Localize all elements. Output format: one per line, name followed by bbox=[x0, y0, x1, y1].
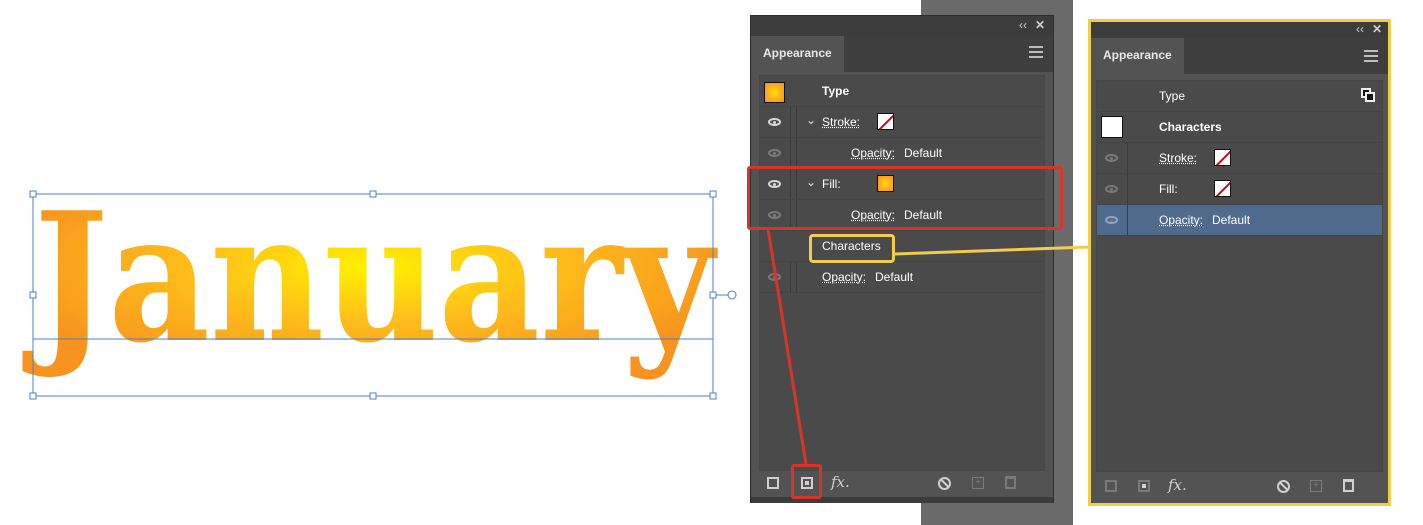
trash-icon[interactable] bbox=[1343, 479, 1354, 492]
stroke-label[interactable]: Stroke: bbox=[1159, 151, 1197, 165]
eye-icon[interactable] bbox=[768, 118, 781, 126]
fx-icon[interactable]: fx. bbox=[1168, 476, 1187, 494]
add-new-stroke-icon[interactable] bbox=[767, 477, 779, 489]
opacity-label[interactable]: Opacity: bbox=[851, 146, 895, 160]
opacity-label[interactable]: Opacity: bbox=[1159, 213, 1203, 227]
no-icon[interactable] bbox=[1277, 480, 1290, 493]
close-icon[interactable]: ✕ bbox=[1372, 22, 1382, 36]
fx-icon[interactable]: fx. bbox=[831, 473, 850, 491]
opacity-label[interactable]: Opacity: bbox=[822, 270, 866, 284]
type-label: Type bbox=[1159, 89, 1186, 103]
add-new-stroke-icon[interactable] bbox=[1105, 480, 1117, 492]
menu-icon[interactable] bbox=[1364, 50, 1378, 65]
highlight-fill-rows bbox=[747, 166, 1063, 230]
highlight-characters bbox=[809, 234, 895, 263]
appearance-list: Type ⌄ Stroke: Opacity: Default ⌄ Fill: … bbox=[759, 75, 1045, 471]
artwork-text[interactable]: January bbox=[22, 173, 718, 382]
menu-icon[interactable] bbox=[1029, 46, 1043, 61]
type-thumbnail bbox=[764, 82, 785, 103]
duplicate-icon[interactable] bbox=[1361, 88, 1375, 102]
fill-swatch[interactable] bbox=[1214, 180, 1231, 197]
collapse-icon[interactable]: ‹‹ bbox=[1019, 18, 1027, 32]
collapse-icon[interactable]: ‹‹ bbox=[1356, 22, 1364, 36]
stroke-label[interactable]: Stroke: bbox=[822, 115, 860, 129]
trash-icon[interactable] bbox=[1005, 476, 1016, 489]
panel-footer: fx. + bbox=[1091, 474, 1388, 500]
eye-icon[interactable] bbox=[1105, 154, 1118, 162]
add-new-fill-icon[interactable] bbox=[1138, 480, 1150, 492]
list-item-stroke[interactable]: ⌄ Stroke: bbox=[760, 107, 1044, 138]
chevron-down-icon[interactable]: ⌄ bbox=[806, 113, 816, 127]
list-item-type[interactable]: Type bbox=[760, 76, 1044, 107]
list-item-characters[interactable]: Characters bbox=[760, 231, 1044, 262]
panel-titlebar: ‹‹ ✕ bbox=[751, 16, 1053, 36]
fill-label[interactable]: Fill: bbox=[1159, 182, 1178, 196]
eye-icon[interactable] bbox=[1105, 216, 1118, 224]
tab-appearance[interactable]: Appearance bbox=[1091, 38, 1184, 74]
list-item-stroke[interactable]: Stroke: bbox=[1097, 143, 1382, 174]
close-icon[interactable]: ✕ bbox=[1035, 18, 1045, 32]
appearance-panel-left: ‹‹ ✕ Appearance Type ⌄ Stroke: Opacity: … bbox=[750, 15, 1054, 503]
characters-thumbnail bbox=[1101, 116, 1123, 138]
new-item-icon[interactable]: + bbox=[1310, 480, 1322, 492]
new-item-icon[interactable]: + bbox=[972, 477, 984, 489]
no-icon[interactable] bbox=[938, 477, 951, 490]
list-item-opacity[interactable]: Opacity: Default bbox=[760, 262, 1044, 293]
appearance-panel-right-frame: ‹‹ ✕ Appearance Type Characters Stroke: … bbox=[1088, 19, 1391, 506]
opacity-value: Default bbox=[904, 146, 943, 160]
panel-tabbar: Appearance bbox=[751, 36, 1053, 72]
opacity-value: Default bbox=[875, 270, 914, 284]
eye-icon[interactable] bbox=[768, 273, 781, 281]
eye-icon[interactable] bbox=[1105, 185, 1118, 193]
eye-icon[interactable] bbox=[768, 149, 781, 157]
type-label: Type bbox=[822, 84, 850, 98]
highlight-fill-button bbox=[791, 464, 822, 499]
panel-tabbar: Appearance bbox=[1091, 38, 1388, 74]
list-item-type[interactable]: Type bbox=[1097, 81, 1382, 112]
appearance-list: Type Characters Stroke: Fill: Opacity: D… bbox=[1096, 80, 1383, 472]
list-item-characters[interactable]: Characters bbox=[1097, 112, 1382, 143]
opacity-value: Default bbox=[1212, 213, 1251, 227]
characters-label: Characters bbox=[1159, 120, 1222, 134]
tab-appearance[interactable]: Appearance bbox=[751, 36, 844, 72]
list-item-stroke-opacity[interactable]: Opacity: Default bbox=[760, 138, 1044, 169]
stroke-swatch[interactable] bbox=[1214, 149, 1231, 166]
stroke-swatch[interactable] bbox=[877, 113, 894, 130]
panel-titlebar: ‹‹ ✕ bbox=[1091, 22, 1388, 38]
list-item-fill[interactable]: Fill: bbox=[1097, 174, 1382, 205]
list-item-opacity-selected[interactable]: Opacity: Default bbox=[1097, 205, 1382, 236]
